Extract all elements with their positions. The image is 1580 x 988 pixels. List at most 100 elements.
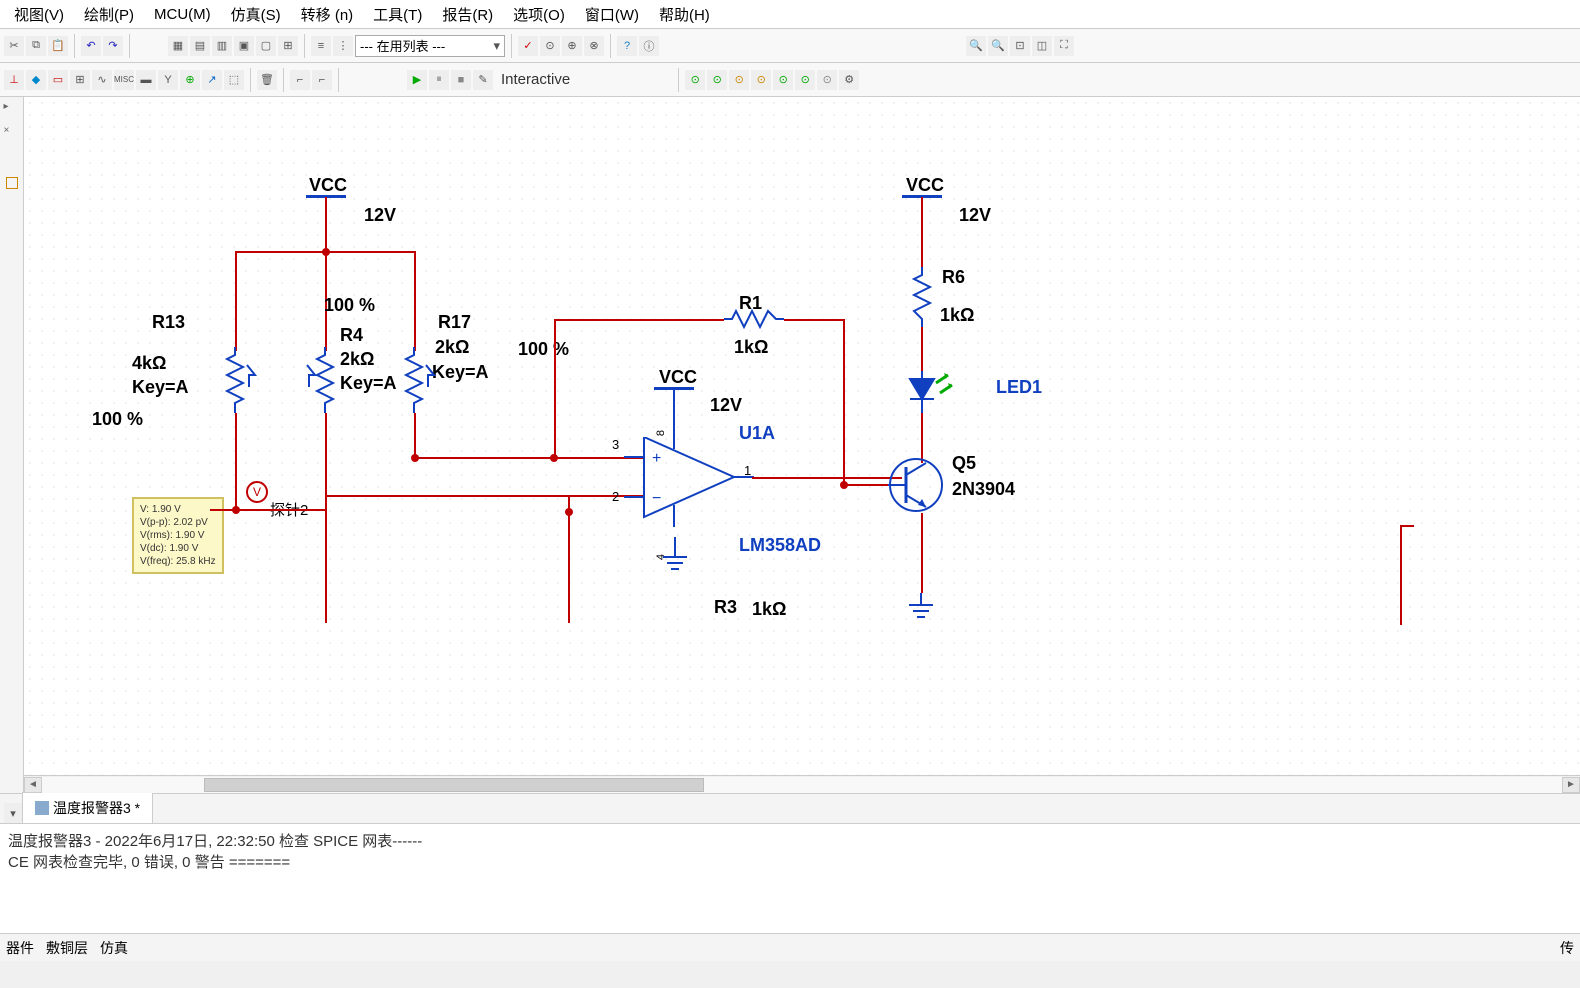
menu-tool[interactable]: 工具(T) xyxy=(363,0,432,29)
info-icon[interactable]: ⓘ xyxy=(639,36,659,56)
zoom-area-icon[interactable]: ◫ xyxy=(1032,36,1052,56)
r4-symbol[interactable] xyxy=(299,347,339,417)
comp-j-icon[interactable]: ⬚ xyxy=(224,70,244,90)
led1-symbol[interactable] xyxy=(904,371,964,415)
list2-icon[interactable]: ⋮ xyxy=(333,36,353,56)
grid-icon[interactable]: ▦ xyxy=(168,36,188,56)
settings-icon[interactable]: ⚙ xyxy=(839,70,859,90)
r3-val: 1kΩ xyxy=(752,599,786,620)
u1a-symbol[interactable]: + − xyxy=(624,437,754,527)
paste-icon[interactable]: 📋 xyxy=(48,36,68,56)
menu-draw[interactable]: 绘制(P) xyxy=(74,0,144,29)
r17-symbol[interactable] xyxy=(398,347,438,417)
zoom-out-icon[interactable]: 🔍 xyxy=(988,36,1008,56)
menu-window[interactable]: 窗口(W) xyxy=(575,0,649,29)
menu-view[interactable]: 视图(V) xyxy=(4,0,74,29)
mode-icon[interactable]: ✎ xyxy=(473,70,493,90)
menu-report[interactable]: 报告(R) xyxy=(432,0,503,29)
run-icon[interactable]: ▶ xyxy=(407,70,427,90)
svg-text:+: + xyxy=(652,450,661,467)
menu-sim[interactable]: 仿真(S) xyxy=(221,0,291,29)
menu-help[interactable]: 帮助(H) xyxy=(649,0,720,29)
wire-icon[interactable]: ⌐ xyxy=(290,70,310,90)
comp-misc-icon[interactable]: MISC xyxy=(114,70,134,90)
sheet-icon[interactable]: ▥ xyxy=(212,36,232,56)
comp-i-icon[interactable]: ↗ xyxy=(202,70,222,90)
fullscreen-icon[interactable]: ⛶ xyxy=(1054,36,1074,56)
probe4-icon[interactable]: ⊙ xyxy=(751,70,771,90)
interactive-label: Interactive xyxy=(501,71,570,88)
side-close-icon[interactable]: × xyxy=(4,125,20,141)
comp-g-icon[interactable]: Y xyxy=(158,70,178,90)
q5-model: 2N3904 xyxy=(952,479,1015,500)
btab-components[interactable]: 器件 xyxy=(6,938,34,958)
tool-a-icon[interactable]: ⊙ xyxy=(540,36,560,56)
bus-icon[interactable]: ⌐ xyxy=(312,70,332,90)
probe2-icon[interactable]: ⊙ xyxy=(707,70,727,90)
partial-box-top xyxy=(1400,525,1414,527)
copy-icon[interactable]: ⧉ xyxy=(26,36,46,56)
redo-icon[interactable]: ↷ xyxy=(103,36,123,56)
delete-icon[interactable]: 🗑 xyxy=(257,70,277,90)
r17-val: 2kΩ xyxy=(435,337,469,358)
menu-transfer[interactable]: 转移 (n) xyxy=(291,0,364,29)
u1a-model: LM358AD xyxy=(739,535,821,556)
q5-symbol[interactable] xyxy=(886,455,946,515)
probe-marker[interactable]: V xyxy=(246,481,268,503)
side-box-icon[interactable] xyxy=(6,177,18,189)
probe3-icon[interactable]: ⊙ xyxy=(729,70,749,90)
probe1-icon[interactable]: ⊙ xyxy=(685,70,705,90)
comp-f-icon[interactable]: ▬ xyxy=(136,70,156,90)
menu-bar: 视图(V) 绘制(P) MCU(M) 仿真(S) 转移 (n) 工具(T) 报告… xyxy=(0,0,1580,29)
layout-icon[interactable]: ▢ xyxy=(256,36,276,56)
cut-icon[interactable]: ✂ xyxy=(4,36,24,56)
wire-r1-left-v xyxy=(554,319,556,458)
log-panel: 温度报警器3 - 2022年6月17日, 22:32:50 检查 SPICE 网… xyxy=(0,823,1580,933)
zoom-fit-icon[interactable]: ⊡ xyxy=(1010,36,1030,56)
wire-r6-bot xyxy=(921,327,923,371)
comp-c-icon[interactable]: ▭ xyxy=(48,70,68,90)
u1a-gnd xyxy=(660,537,690,577)
scroll-track[interactable] xyxy=(42,777,1562,793)
scroll-left-icon[interactable]: ◄ xyxy=(24,777,42,793)
h-scrollbar[interactable]: ◄ ► xyxy=(24,775,1580,793)
probe7-icon[interactable]: ⊙ xyxy=(817,70,837,90)
probe5-icon[interactable]: ⊙ xyxy=(773,70,793,90)
table-icon[interactable]: ▤ xyxy=(190,36,210,56)
menu-mcu[interactable]: MCU(M) xyxy=(144,2,221,27)
probe6-icon[interactable]: ⊙ xyxy=(795,70,815,90)
vcc3-val: 12V xyxy=(710,395,742,416)
list1-icon[interactable]: ≡ xyxy=(311,36,331,56)
comp-h-icon[interactable]: ⊕ xyxy=(180,70,200,90)
r13-key: Key=A xyxy=(132,377,189,398)
menu-options[interactable]: 选项(O) xyxy=(503,0,575,29)
comp-a-icon[interactable]: ⊥ xyxy=(4,70,24,90)
tool-c-icon[interactable]: ⊗ xyxy=(584,36,604,56)
tool-b-icon[interactable]: ⊕ xyxy=(562,36,582,56)
view-icon[interactable]: ▣ xyxy=(234,36,254,56)
stop-icon[interactable]: ■ xyxy=(451,70,471,90)
zoom-in-icon[interactable]: 🔍 xyxy=(966,36,986,56)
side-arrow-icon[interactable]: ▸ xyxy=(4,101,20,117)
tabs-menu-icon[interactable]: ▾ xyxy=(4,803,22,823)
doc-tab-1[interactable]: 温度报警器3 * xyxy=(22,792,153,823)
wire-r1-right-v xyxy=(843,319,845,486)
check-icon[interactable]: ✓ xyxy=(518,36,538,56)
schematic-canvas[interactable]: VCC 12V R13 4kΩ Key=A 100 % 100 % R4 2kΩ xyxy=(24,97,1580,793)
wire-vcc3-down xyxy=(673,389,675,439)
inuse-list-dropdown[interactable]: --- 在用列表 --- xyxy=(355,35,505,57)
r6-symbol[interactable] xyxy=(912,267,932,327)
btab-copper[interactable]: 敷铜层 xyxy=(46,938,88,958)
comp-e-icon[interactable]: ∿ xyxy=(92,70,112,90)
r1-symbol[interactable] xyxy=(724,309,784,329)
scroll-thumb[interactable] xyxy=(204,778,704,792)
help-icon[interactable]: ? xyxy=(617,36,637,56)
btab-sim[interactable]: 仿真 xyxy=(100,938,128,958)
r13-symbol[interactable] xyxy=(219,347,259,417)
undo-icon[interactable]: ↶ xyxy=(81,36,101,56)
pause-icon[interactable]: ⏸ xyxy=(429,70,449,90)
scroll-right-icon[interactable]: ► xyxy=(1562,777,1580,793)
grid2-icon[interactable]: ⊞ xyxy=(278,36,298,56)
comp-d-icon[interactable]: ⊞ xyxy=(70,70,90,90)
comp-b-icon[interactable]: ◆ xyxy=(26,70,46,90)
